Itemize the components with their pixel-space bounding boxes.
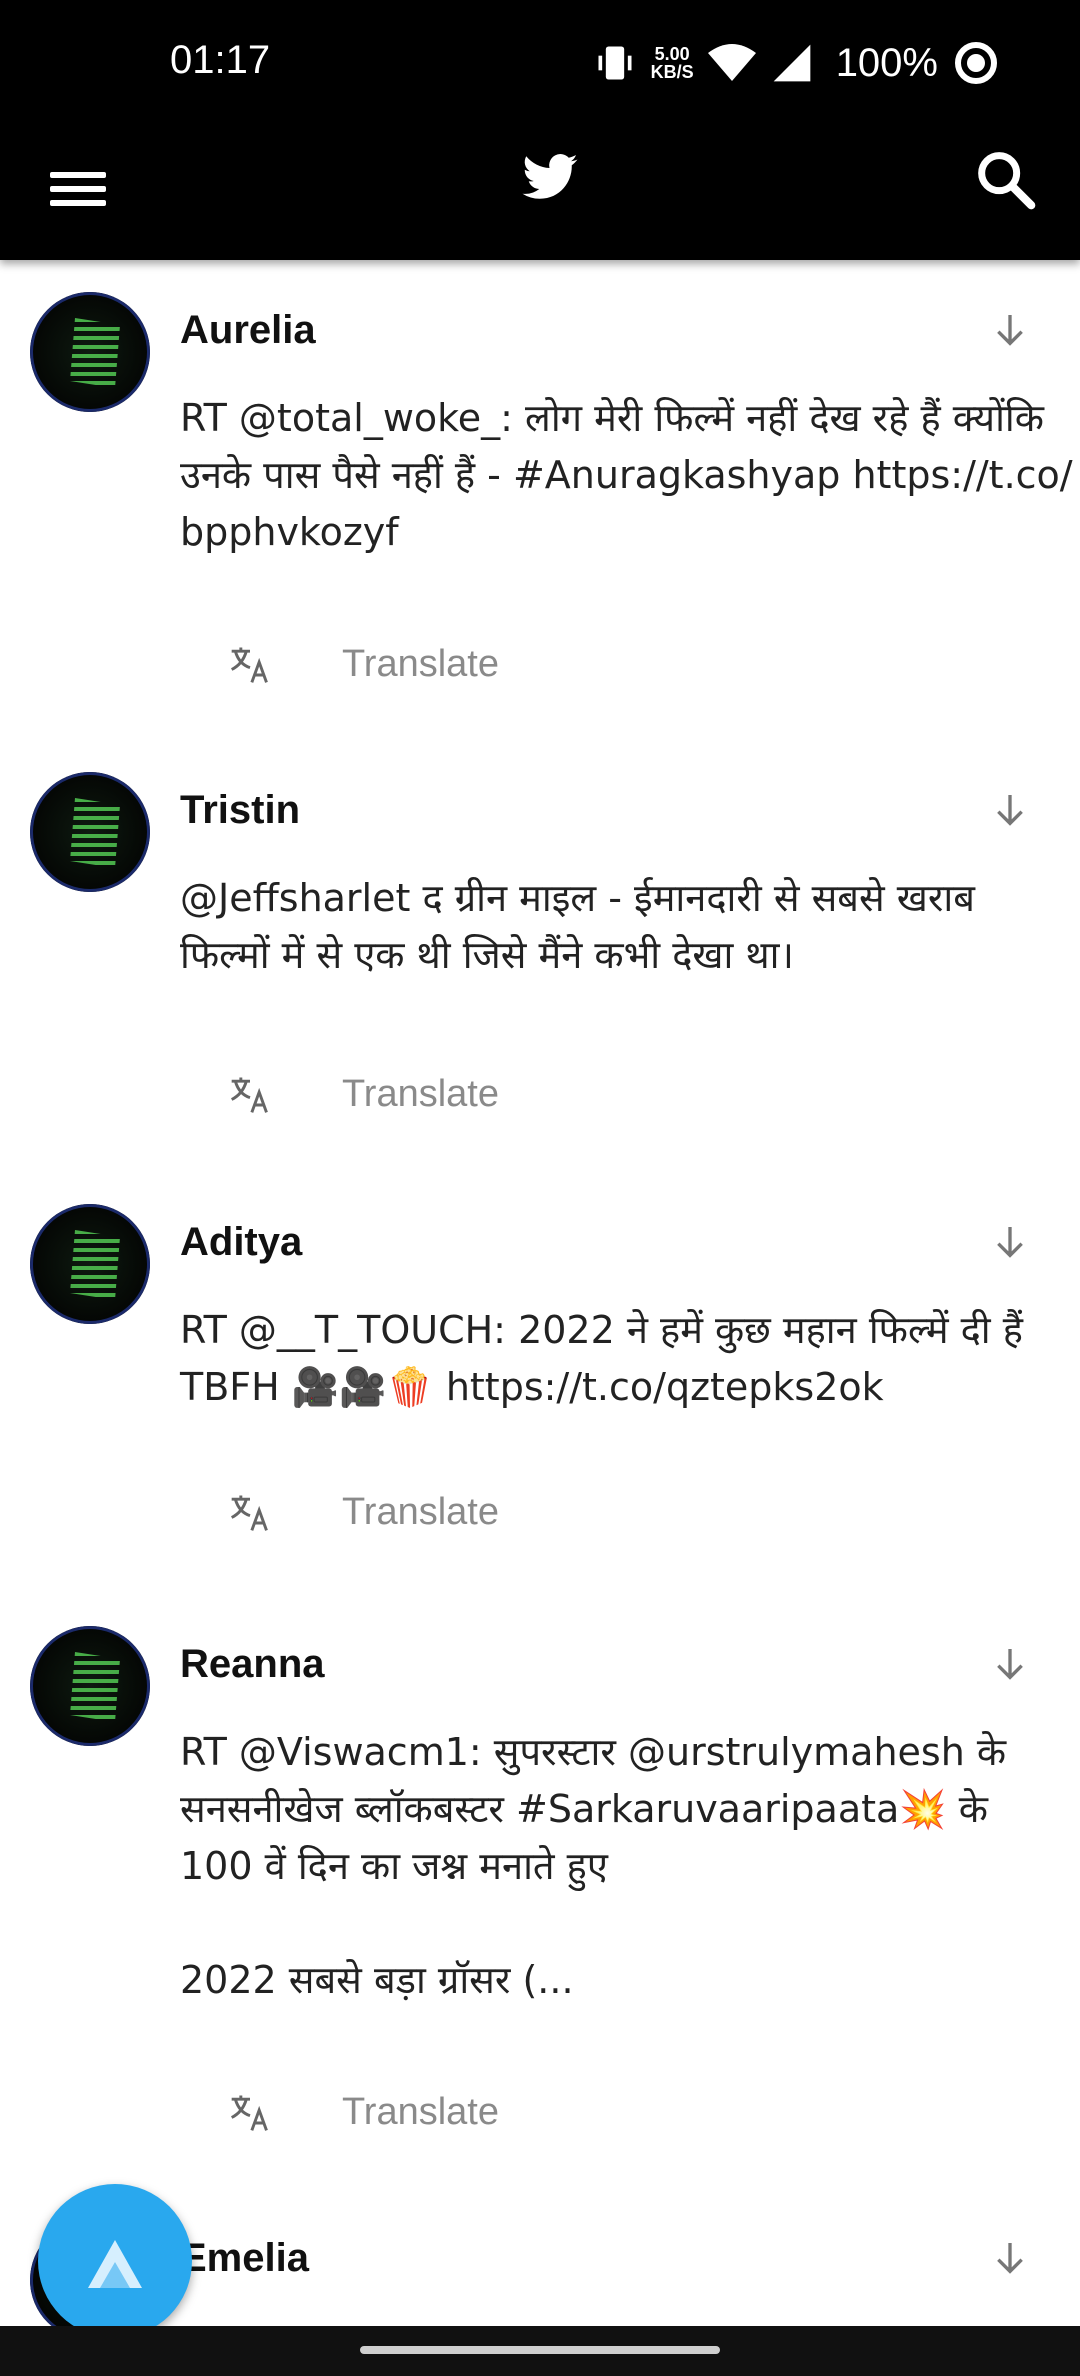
tweet-item[interactable]: Tristin @Jeffsharlet द ग्रीन माइल - ईमान…	[0, 742, 1080, 1174]
tweet-text: RT @total_woke_: लोग मेरी फिल्में नहीं द…	[180, 396, 1073, 554]
home-gesture-handle[interactable]	[360, 2346, 720, 2354]
avatar[interactable]	[30, 1626, 150, 1746]
status-bar: 01:17 5.00 KB/S 100%	[0, 0, 1080, 124]
arrow-down-icon[interactable]	[990, 1644, 1030, 1684]
net-speed-value: 5.00	[654, 44, 690, 64]
wifi-icon	[707, 44, 756, 81]
status-icons: 5.00 KB/S 100%	[593, 28, 1000, 98]
translate-label: Translate	[342, 1490, 499, 1533]
cell-signal-icon	[773, 44, 811, 82]
avatar[interactable]	[30, 1204, 150, 1324]
arrow-down-icon[interactable]	[990, 790, 1030, 830]
twitter-bird-icon	[522, 154, 578, 199]
tweet-feed: Aurelia RT @total_woke_: लोग मेरी फिल्मे…	[0, 262, 1080, 2360]
translate-button[interactable]: Translate	[228, 642, 499, 686]
menu-button[interactable]	[50, 164, 120, 220]
avatar[interactable]	[30, 772, 150, 892]
tweet-text: RT @__T_TOUCH: 2022 ने हमें कुछ महान फिल…	[180, 1308, 1023, 1409]
floating-app-button[interactable]	[38, 2184, 192, 2338]
tweet-item[interactable]: Aditya RT @__T_TOUCH: 2022 ने हमें कुछ म…	[0, 1174, 1080, 1596]
translate-icon	[230, 1077, 268, 1113]
translate-icon	[230, 2095, 268, 2131]
vibrate-icon	[598, 46, 632, 80]
translate-button[interactable]: Translate	[228, 1490, 499, 1534]
translate-label: Translate	[342, 642, 499, 685]
tweet-item[interactable]: Reanna RT @Viswacm1: सुपरस्टार @urstruly…	[0, 1596, 1080, 2190]
tweet-item[interactable]: Aurelia RT @total_woke_: लोग मेरी फिल्मे…	[0, 262, 1080, 742]
tweet-username[interactable]: Aurelia	[180, 308, 316, 353]
app-bar	[0, 124, 1080, 260]
tweet-username[interactable]: Tristin	[180, 788, 300, 833]
translate-label: Translate	[342, 1072, 499, 1115]
search-icon[interactable]	[970, 144, 1040, 214]
tweet-text: RT @Viswacm1: सुपरस्टार @urstrulymahesh …	[180, 1730, 1007, 2002]
translate-button[interactable]: Translate	[228, 2090, 499, 2134]
system-nav-bar	[0, 2326, 1080, 2376]
net-speed-unit: KB/S	[650, 62, 694, 82]
arrow-down-icon[interactable]	[990, 1222, 1030, 1262]
tweet-username[interactable]: Aditya	[180, 1220, 302, 1265]
translate-icon	[230, 647, 268, 683]
translate-button[interactable]: Translate	[228, 1072, 499, 1116]
translate-label: Translate	[342, 2090, 499, 2133]
arrow-down-icon[interactable]	[990, 310, 1030, 350]
status-time: 01:17	[170, 38, 271, 82]
net-speed: 5.00 KB/S	[651, 45, 694, 81]
tweet-username[interactable]: Emelia	[180, 2236, 309, 2281]
tweet-username[interactable]: Reanna	[180, 1642, 325, 1687]
tweet-text: @Jeffsharlet द ग्रीन माइल - ईमानदारी से …	[180, 876, 975, 977]
battery-level: 100%	[835, 40, 938, 85]
app-logo-icon	[88, 2240, 142, 2288]
avatar[interactable]	[30, 292, 150, 412]
arrow-down-icon[interactable]	[990, 2238, 1030, 2278]
translate-icon	[230, 1495, 268, 1531]
battery-ring-icon	[955, 42, 997, 84]
